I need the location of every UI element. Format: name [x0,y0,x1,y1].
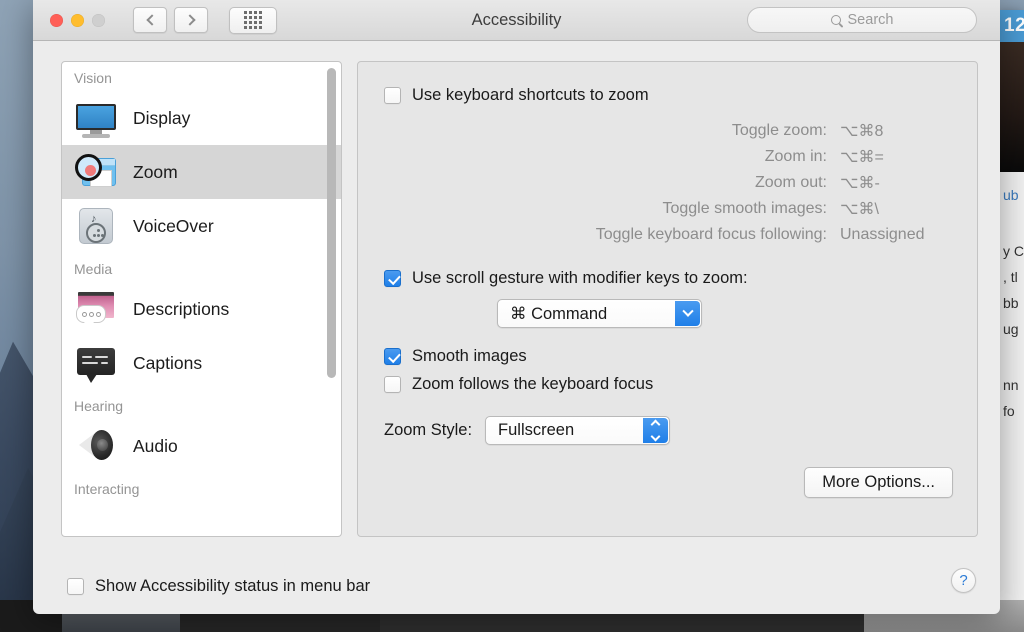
descriptions-icon [74,287,118,331]
background-app-text: ub y C , tl bb ug nn fo [1000,172,1024,424]
shortcut-row: Zoom out: ⌥⌘- [384,170,957,196]
keyboard-shortcuts-checkbox[interactable] [384,87,401,104]
shortcut-list: Toggle zoom: ⌥⌘8 Zoom in: ⌥⌘= Zoom out: … [384,118,957,248]
help-button[interactable]: ? [951,568,976,593]
modifier-key-dropdown-wrapper: ⌘ Command [497,299,957,328]
search-placeholder: Search [847,12,894,28]
show-status-row[interactable]: Show Accessibility status in menu bar [67,577,370,596]
sidebar-group-header-hearing: Hearing [74,398,124,414]
zoom-options-block: Smooth images Zoom follows the keyboard … [384,347,957,394]
shortcut-row: Toggle smooth images: ⌥⌘\ [384,196,957,222]
sidebar-item-label: Audio [133,435,178,456]
sidebar-item-audio[interactable]: Audio [62,419,341,473]
zoom-style-row: Zoom Style: Fullscreen [384,416,957,445]
background-text-line: nn [1003,377,1019,393]
sidebar-scrollbar-thumb[interactable] [327,68,336,378]
zoom-style-value: Fullscreen [498,421,575,439]
search-icon [830,15,841,25]
sidebar-item-voiceover[interactable]: ♪ VoiceOver [62,199,341,253]
shortcut-key: ⌥⌘- [840,175,880,192]
more-options-wrapper: More Options... [804,467,953,498]
sidebar-item-label: VoiceOver [133,215,214,236]
shortcut-key: ⌥⌘8 [840,123,884,140]
zoom-settings-panel: Use keyboard shortcuts to zoom Toggle zo… [357,61,978,537]
shortcut-name: Toggle keyboard focus following: [595,226,827,243]
keyboard-shortcuts-row[interactable]: Use keyboard shortcuts to zoom [384,86,957,105]
shortcut-key: ⌥⌘= [840,149,884,166]
shortcut-key: ⌥⌘\ [840,201,879,218]
sidebar-item-label: Zoom [133,161,178,182]
background-app-window[interactable]: 12 ub y C , tl bb ug nn fo [1000,10,1024,610]
scroll-gesture-checkbox[interactable] [384,270,401,287]
system-preferences-window: Accessibility Search Vision Display Zoom [33,0,1000,614]
stepper-button[interactable] [643,418,669,443]
shortcut-row: Zoom in: ⌥⌘= [384,144,957,170]
shortcut-name: Toggle zoom: [731,122,827,139]
shortcut-key: Unassigned [840,226,925,243]
follows-focus-row[interactable]: Zoom follows the keyboard focus [384,375,957,394]
dropdown-button[interactable] [675,301,700,326]
sidebar-group-header-interacting: Interacting [74,481,140,497]
accessibility-feature-list[interactable]: Vision Display Zoom ♪ VoiceOver Media De… [61,61,342,537]
scroll-gesture-block: Use scroll gesture with modifier keys to… [384,269,957,328]
modifier-key-dropdown[interactable]: ⌘ Command [497,299,702,328]
show-status-label: Show Accessibility status in menu bar [95,577,371,595]
follows-focus-label: Zoom follows the keyboard focus [412,375,654,393]
sidebar-item-label: Descriptions [133,298,230,319]
background-text-line: y C [1003,243,1024,259]
smooth-images-label: Smooth images [412,347,527,365]
shortcut-name: Toggle smooth images: [662,200,827,217]
background-text-line: ug [1003,321,1019,337]
search-field[interactable]: Search [747,7,977,33]
zoom-icon [74,150,118,194]
sidebar-item-display[interactable]: Display [62,91,341,145]
display-icon [74,96,118,140]
sidebar-item-descriptions[interactable]: Descriptions [62,282,341,336]
zoom-style-dropdown[interactable]: Fullscreen [485,416,671,445]
background-app-link[interactable]: ub [1003,187,1019,203]
sidebar-scrollbar[interactable] [326,68,337,530]
shortcut-row: Toggle zoom: ⌥⌘8 [384,118,957,144]
follows-focus-checkbox[interactable] [384,376,401,393]
sidebar-item-captions[interactable]: Captions [62,336,341,390]
window-footer: Show Accessibility status in menu bar ? [33,559,1000,614]
scroll-gesture-label: Use scroll gesture with modifier keys to… [412,269,748,287]
background-text-line: fo [1003,403,1015,419]
keyboard-shortcuts-label: Use keyboard shortcuts to zoom [412,86,649,104]
chevron-down-icon [681,305,694,317]
audio-icon [74,424,118,468]
background-text-line: , tl [1003,269,1018,285]
shortcut-row: Toggle keyboard focus following: Unassig… [384,222,957,248]
captions-icon [74,341,118,385]
background-text-line: bb [1003,295,1019,311]
show-status-checkbox[interactable] [67,578,84,595]
modifier-key-value: ⌘ Command [510,304,608,323]
sidebar-group-header-vision: Vision [74,70,112,86]
scroll-gesture-row[interactable]: Use scroll gesture with modifier keys to… [384,269,957,288]
sidebar-group-header-media: Media [74,261,113,277]
more-options-button[interactable]: More Options... [804,467,953,498]
chevron-up-down-icon [650,419,661,442]
voiceover-icon: ♪ [74,204,118,248]
sidebar-item-label: Display [133,107,191,128]
background-app-image [1000,42,1024,172]
smooth-images-checkbox[interactable] [384,348,401,365]
shortcut-name: Zoom in: [764,148,827,165]
smooth-images-row[interactable]: Smooth images [384,347,957,366]
preferences-content: Vision Display Zoom ♪ VoiceOver Media De… [33,41,1000,559]
shortcut-name: Zoom out: [754,174,827,191]
window-titlebar: Accessibility Search [33,0,1000,41]
zoom-style-label: Zoom Style: [384,421,473,439]
background-app-badge: 12 [1000,10,1024,42]
sidebar-item-zoom[interactable]: Zoom [62,145,341,199]
sidebar-item-label: Captions [133,352,203,373]
